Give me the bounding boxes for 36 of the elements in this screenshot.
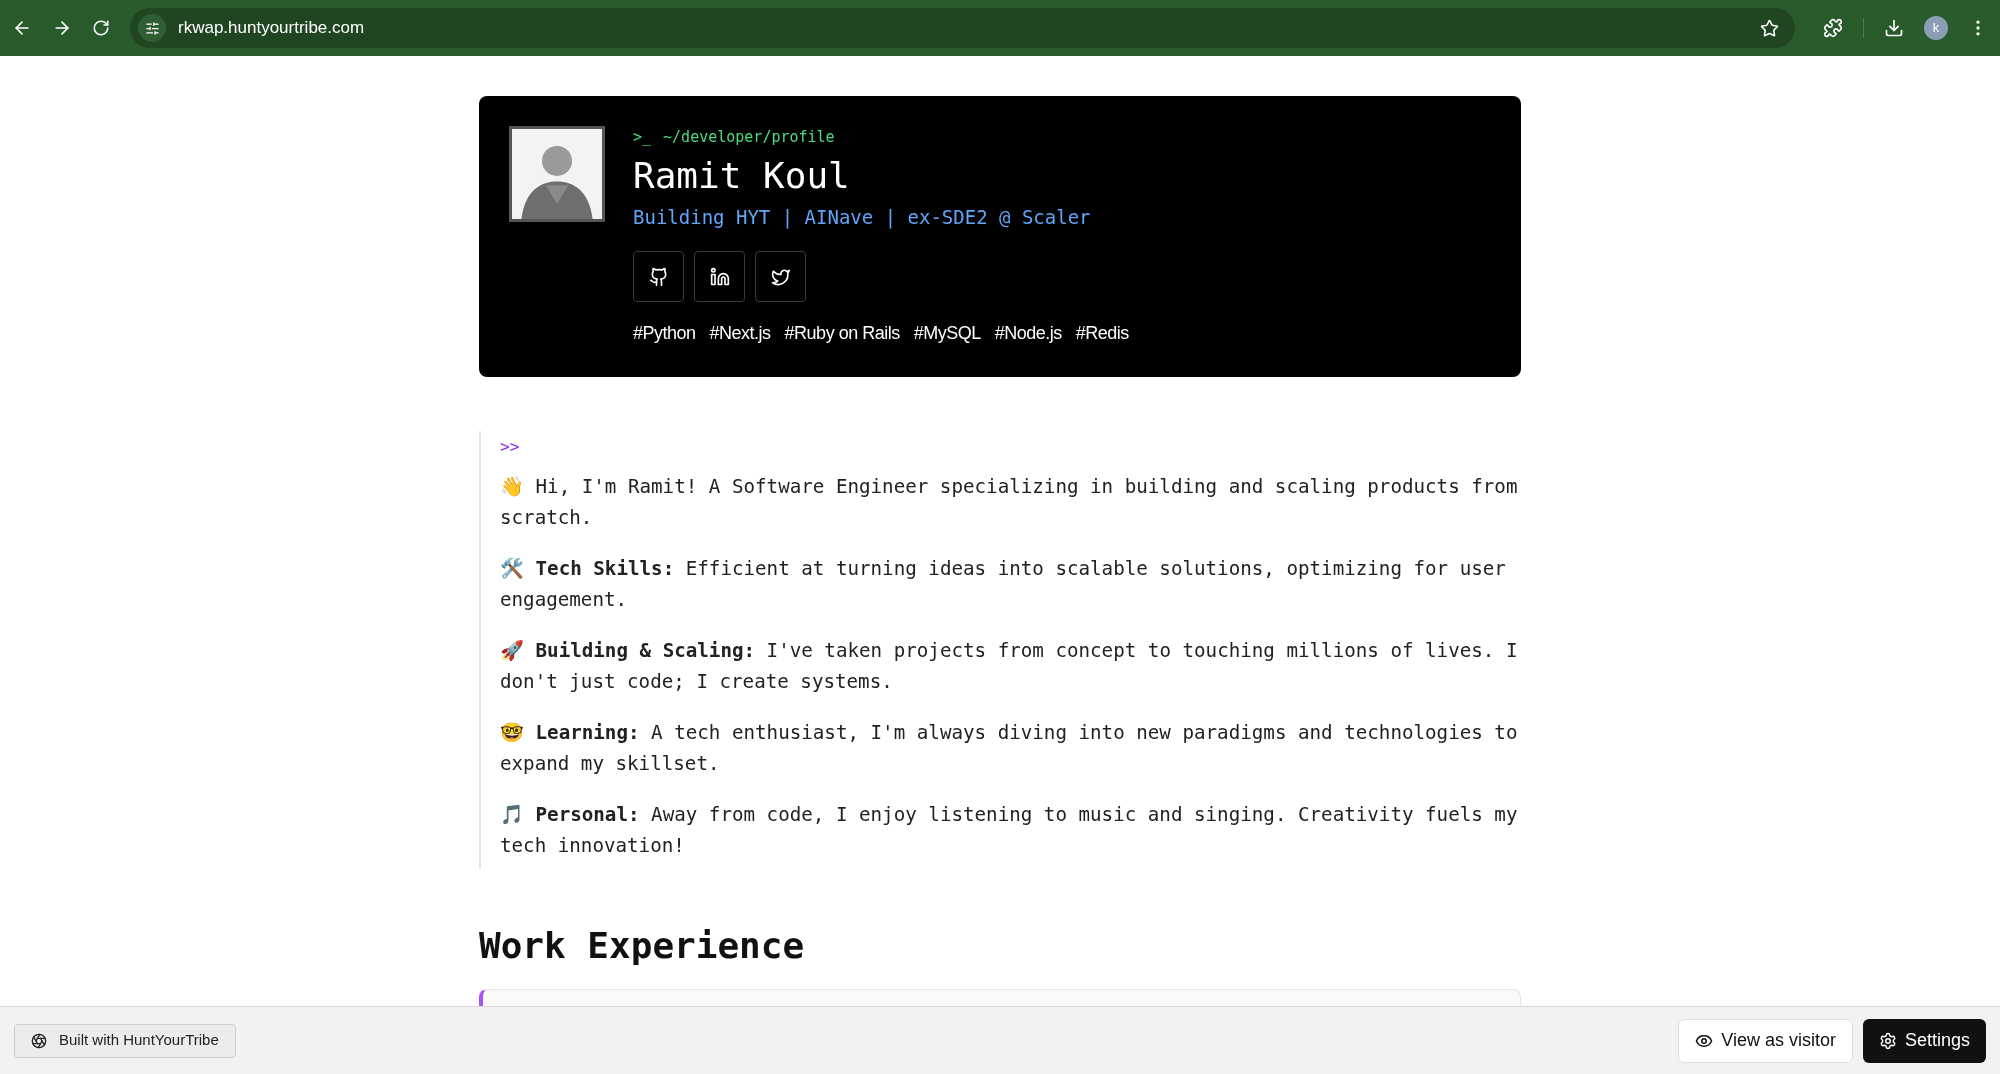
skill-tag: #Redis [1075,320,1129,347]
address-bar[interactable]: rkwap.huntyourtribe.com [130,8,1795,48]
skill-tag: #Python [633,320,696,347]
gear-icon [1878,1031,1897,1050]
site-settings-icon[interactable] [144,20,160,36]
social-link-button[interactable] [633,251,684,302]
section-heading: Work Experience [479,924,806,968]
profile-name: Ramit Koul [633,153,851,198]
view-as-visitor-button[interactable]: View as visitor [1678,1018,1853,1063]
badge-text: Built with HuntYourTribe [59,1030,219,1051]
settings-button[interactable]: Settings [1862,1018,1986,1063]
skill-tag: #Node.js [994,320,1062,347]
about-paragraph: 🤓 Learning: A tech enthusiast, I'm always diving into new paradigms and technologies to expand my skillset. [500,720,1519,777]
profile-headline: Building HYT | AINave | ex-SDE2 @ Scaler [633,204,1092,231]
prompt-symbol: >_ [633,127,652,148]
reload-icon[interactable] [92,19,110,37]
github-icon [648,266,669,287]
about-paragraph: 👋 Hi, I'm Ramit! A Software Engineer specializing in building and scaling products from scratch. [500,474,1519,531]
built-with-badge[interactable]: Built with HuntYourTribe [14,1023,236,1058]
download-icon[interactable] [1884,18,1904,38]
prompt-symbol: >> [500,436,521,458]
skill-tag: #Next.js [709,320,771,347]
social-link-button[interactable] [694,251,745,302]
bird-icon [770,266,791,287]
about-paragraph: 🎵 Personal: Away from code, I enjoy listening to music and singing. Creativity fuels my tech innovation! [500,802,1519,859]
social-link-button[interactable] [755,251,806,302]
skill-tag: #MySQL [913,320,981,347]
url-text: rkwap.huntyourtribe.com [178,17,365,40]
skill-tag: #Ruby on Rails [784,320,900,347]
linkedin-icon [709,266,730,287]
bookmark-icon[interactable] [1760,18,1779,38]
profile-path: ~/developer/profile [663,127,835,148]
extensions-icon[interactable] [1823,18,1843,38]
logo-icon [31,1032,47,1049]
about-paragraph: 🚀 Building & Scaling: I've taken projects from concept to touching millions of lives. I don't just code; I create systems. [500,638,1519,695]
about-paragraph: 🛠 Tech Skills: Efficient at turning ideas into scalable solutions, optimizing for user engagement. [500,556,1507,613]
